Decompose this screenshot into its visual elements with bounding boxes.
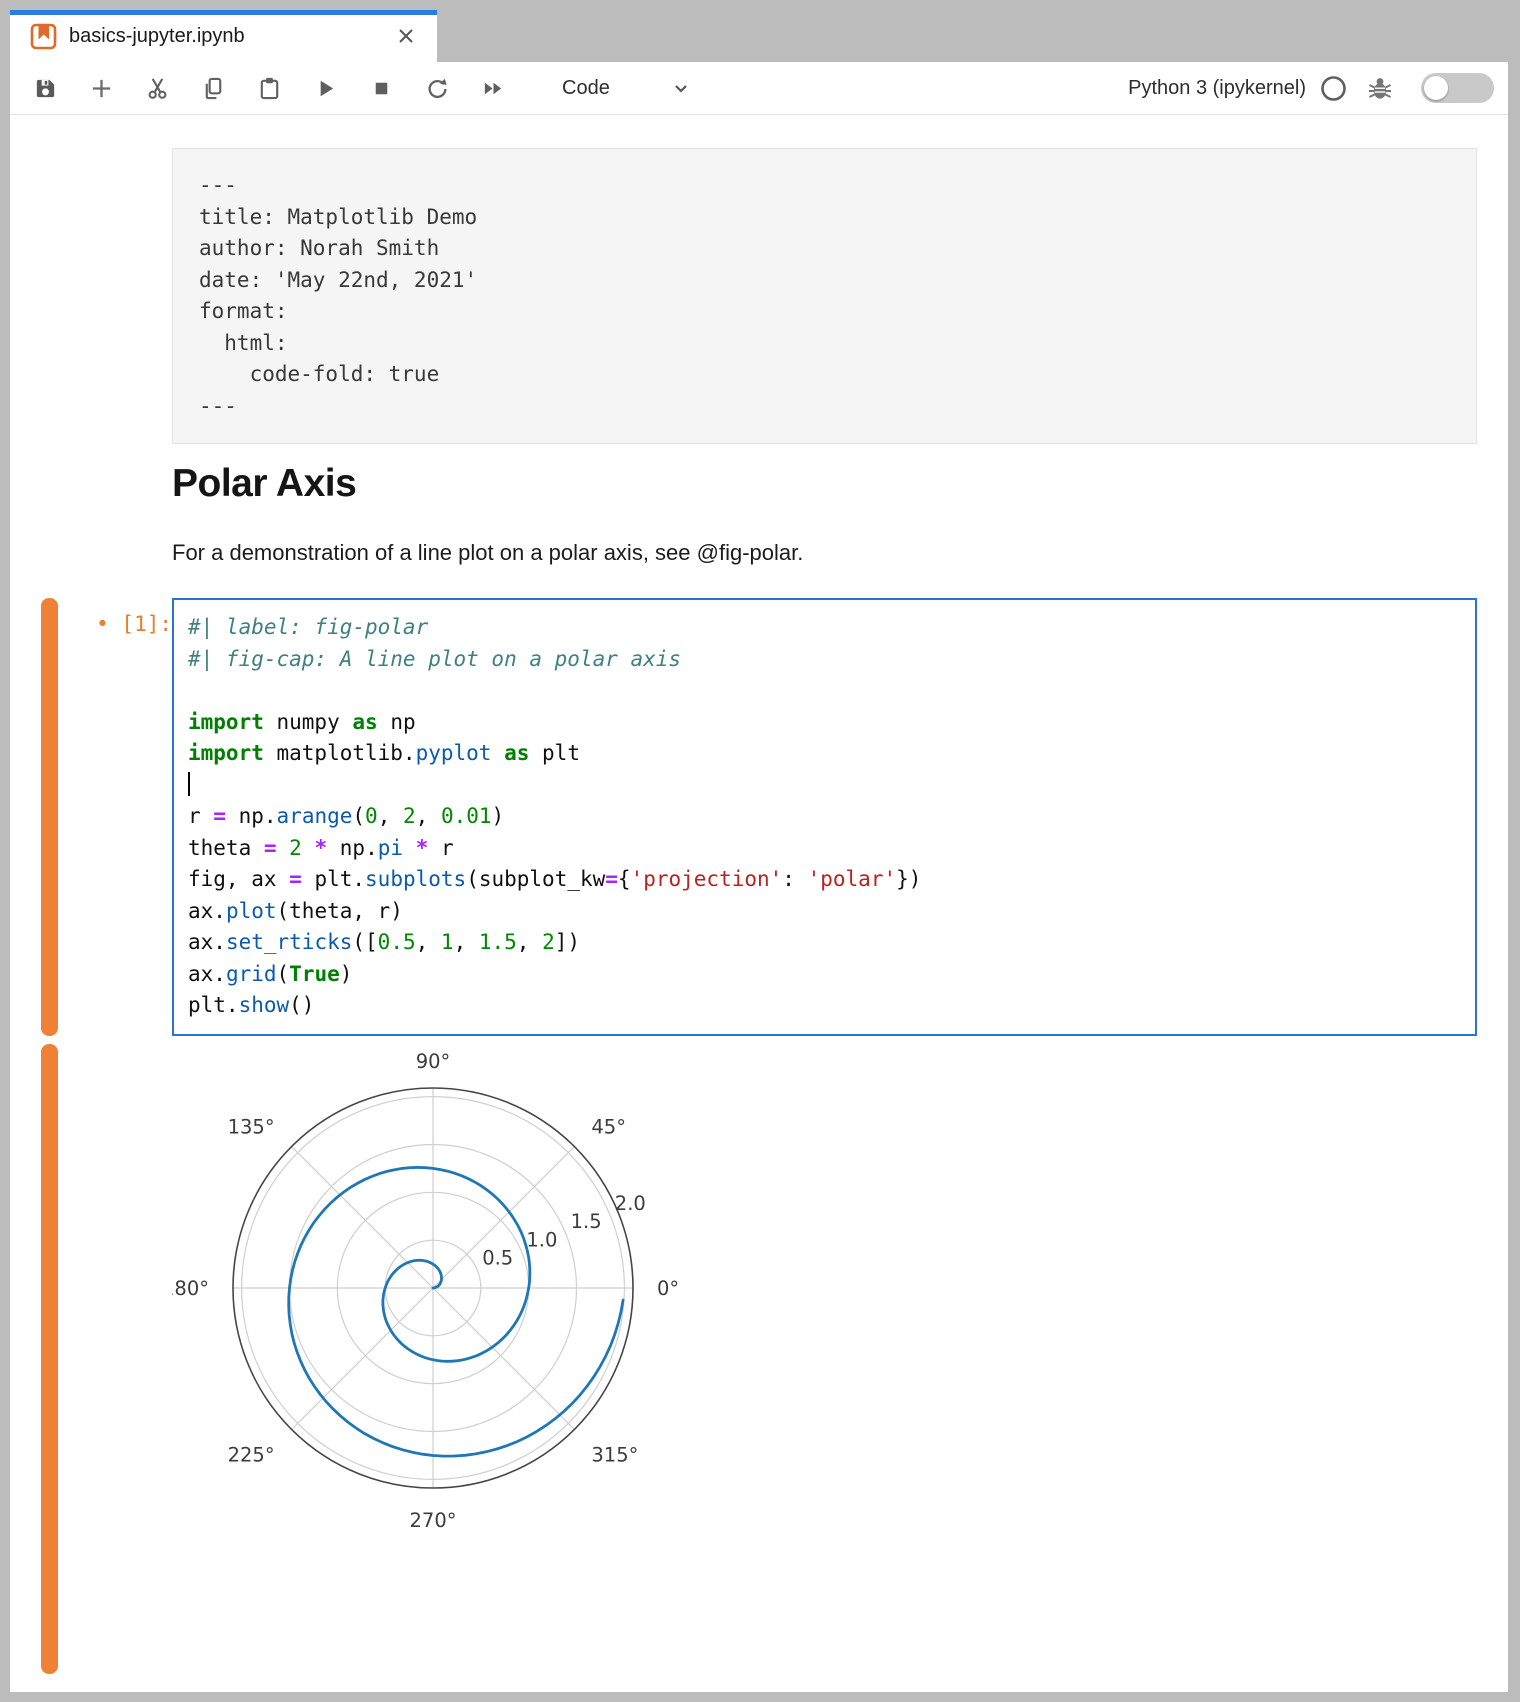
frontmatter-text: --- title: Matplotlib Demo author: Norah…: [199, 170, 1450, 422]
svg-text:45°: 45°: [591, 1115, 626, 1138]
notebook-toolbar: Code Python 3 (ipykernel): [10, 62, 1508, 115]
svg-text:1.0: 1.0: [526, 1228, 557, 1251]
run-all-icon: [481, 76, 506, 101]
active-tab-accent: [10, 10, 437, 15]
run-cell-button[interactable]: [312, 75, 338, 101]
stop-kernel-button[interactable]: [368, 75, 394, 101]
restart-kernel-icon: [425, 76, 450, 101]
paste-cells-button[interactable]: [256, 75, 282, 101]
cut-cells-button[interactable]: [144, 75, 170, 101]
output-area: 0° 45° 90° 135° 180° 225° 270° 315° 0.5 1.0 1.5 2.0: [10, 1044, 1508, 1684]
run-icon: [313, 76, 338, 101]
jupyterlab-window: basics-jupyter.ipynb: [10, 10, 1508, 1692]
simple-interface-toggle[interactable]: [1421, 73, 1494, 103]
paste-icon: [257, 76, 282, 101]
run-all-button[interactable]: [480, 75, 506, 101]
notebook-panel: --- title: Matplotlib Demo author: Norah…: [10, 115, 1508, 1691]
restart-kernel-button[interactable]: [424, 75, 450, 101]
notebook-file-icon: [30, 23, 57, 50]
kernel-status-icon: [1320, 75, 1347, 102]
save-button[interactable]: [32, 75, 58, 101]
markdown-heading: Polar Axis: [172, 462, 1508, 506]
svg-text:2.0: 2.0: [615, 1191, 646, 1214]
copy-icon: [201, 76, 226, 101]
kernel-name[interactable]: Python 3 (ipykernel): [1128, 77, 1306, 100]
stop-icon: [369, 76, 394, 101]
close-icon[interactable]: [393, 23, 419, 49]
copy-cells-button[interactable]: [200, 75, 226, 101]
notebook-tab[interactable]: basics-jupyter.ipynb: [10, 10, 437, 62]
save-icon: [33, 76, 58, 101]
add-cell-icon: [89, 76, 114, 101]
output-collapser-bar[interactable]: [41, 1044, 58, 1674]
code-editor[interactable]: #| label: fig-polar#| fig-cap: A line pl…: [172, 598, 1477, 1036]
svg-text:0°: 0°: [657, 1277, 679, 1300]
svg-text:225°: 225°: [228, 1443, 275, 1466]
svg-text:270°: 270°: [410, 1509, 457, 1532]
tab-bar: basics-jupyter.ipynb: [10, 10, 1508, 62]
cell-collapser-bar[interactable]: [41, 598, 58, 1036]
frontmatter-raw-cell[interactable]: --- title: Matplotlib Demo author: Norah…: [172, 148, 1477, 444]
debugger-bug-icon[interactable]: [1367, 75, 1393, 101]
polar-plot-figure: 0° 45° 90° 135° 180° 225° 270° 315° 0.5 1.0 1.5 2.0: [172, 1044, 732, 1564]
execution-prompt: • [1]:: [70, 612, 172, 636]
toggle-knob: [1424, 76, 1448, 100]
svg-text:135°: 135°: [228, 1115, 275, 1138]
desktop-background: { "tab": { "title": "basics-jupyter.ipyn…: [0, 0, 1520, 1702]
add-cell-button[interactable]: [88, 75, 114, 101]
svg-text:0.5: 0.5: [482, 1246, 513, 1269]
tab-title: basics-jupyter.ipynb: [69, 25, 393, 48]
svg-text:315°: 315°: [591, 1443, 638, 1466]
markdown-paragraph: For a demonstration of a line plot on a …: [172, 540, 1508, 566]
cut-icon: [145, 76, 170, 101]
cell-type-label: Code: [562, 77, 610, 100]
chevron-down-icon: [668, 75, 694, 101]
code-cell: • [1]: #| label: fig-polar#| fig-cap: A …: [10, 598, 1508, 1036]
svg-text:1.5: 1.5: [571, 1210, 602, 1233]
cell-type-select[interactable]: Code: [562, 75, 694, 101]
svg-text:90°: 90°: [416, 1050, 451, 1073]
svg-text:180°: 180°: [172, 1277, 209, 1300]
